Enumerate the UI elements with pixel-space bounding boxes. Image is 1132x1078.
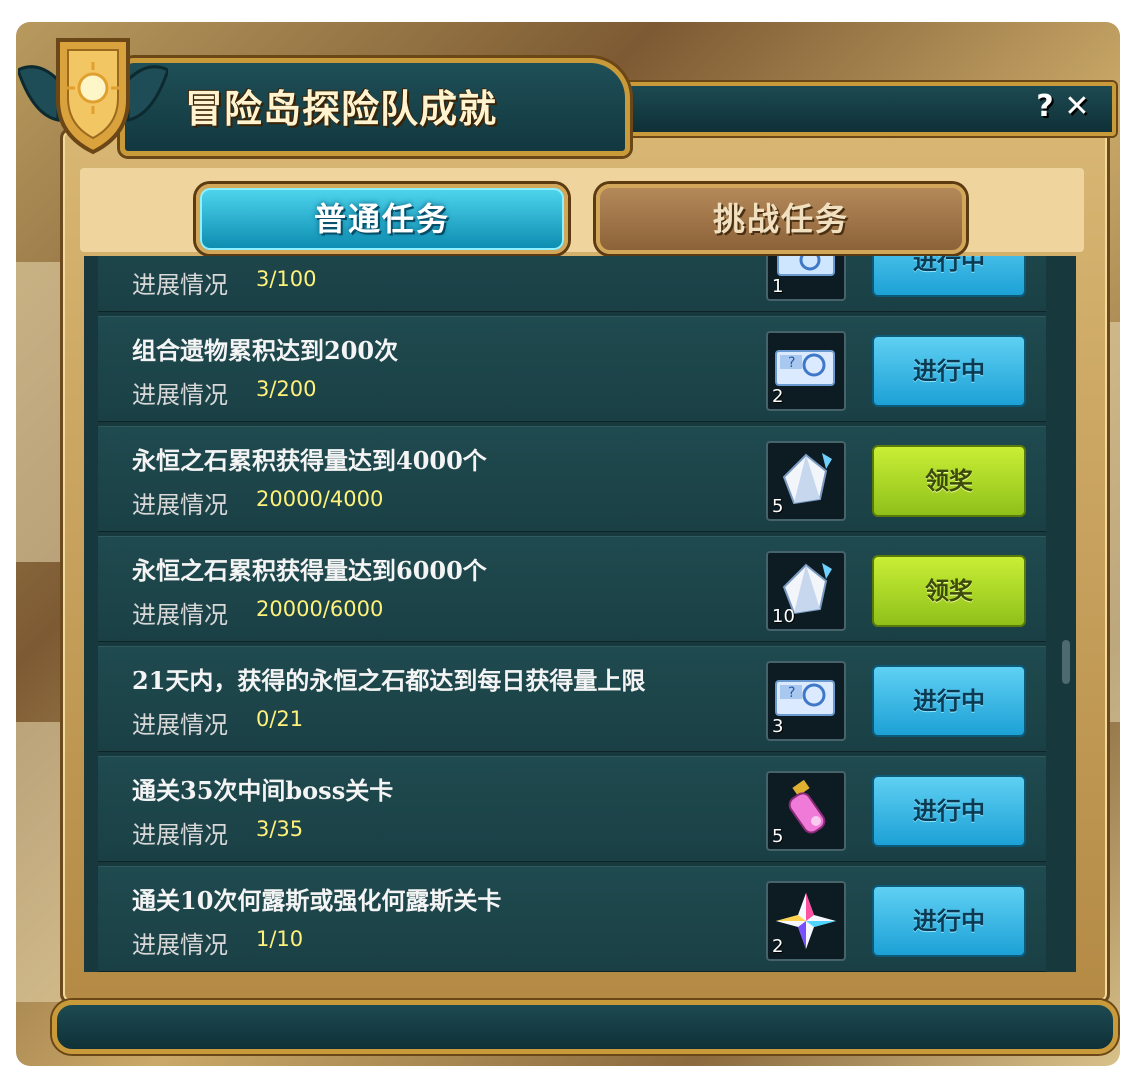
progress-value: 3/200 xyxy=(256,377,317,401)
progress-value: 0/21 xyxy=(256,707,304,731)
window-title: 冒险岛探险队成就 xyxy=(185,87,498,131)
close-button[interactable]: ✕ xyxy=(1060,90,1094,124)
item-count: 2 xyxy=(772,936,784,957)
progress-label: 进展情况 xyxy=(132,601,228,629)
achievement-badge-icon xyxy=(18,38,168,155)
in-progress-button[interactable]: 进行中 xyxy=(872,665,1026,737)
tab-challenge-tasks[interactable]: 挑战任务 xyxy=(596,184,966,254)
task-row: 21天内，获得的永恒之石都达到每日获得量上限 进展情况 0/21 ? 3 进行中 xyxy=(98,646,1046,752)
in-progress-button[interactable]: 进行中 xyxy=(872,335,1026,407)
crystal-stone-icon[interactable]: 10 xyxy=(766,551,846,631)
svg-text:?: ? xyxy=(788,355,795,371)
in-progress-button[interactable]: 进行中 xyxy=(872,775,1026,847)
rainbow-gem-icon[interactable]: 2 xyxy=(766,881,846,961)
progress-value: 3/35 xyxy=(256,817,304,841)
item-count: 3 xyxy=(772,716,784,737)
task-row: 进展情况 3/100 1 进行中 xyxy=(98,256,1046,312)
item-count: 5 xyxy=(772,496,784,517)
ticket-icon[interactable]: ? 3 xyxy=(766,661,846,741)
task-row: 永恒之石累积获得量达到4000个 进展情况 20000/4000 5 领奖 xyxy=(98,426,1046,532)
ticket-icon[interactable]: 1 xyxy=(766,256,846,301)
claim-reward-button[interactable]: 领奖 xyxy=(872,555,1026,627)
claim-reward-button[interactable]: 领奖 xyxy=(872,445,1026,517)
ticket-icon[interactable]: ? 2 xyxy=(766,331,846,411)
bottom-bar xyxy=(52,1000,1118,1054)
progress-label: 进展情况 xyxy=(132,821,228,849)
progress-value: 20000/4000 xyxy=(256,487,384,511)
progress-label: 进展情况 xyxy=(132,491,228,519)
task-title: 21天内，获得的永恒之石都达到每日获得量上限 xyxy=(132,666,646,695)
potion-icon[interactable]: 5 xyxy=(766,771,846,851)
crystal-stone-icon[interactable]: 5 xyxy=(766,441,846,521)
progress-label: 进展情况 xyxy=(132,711,228,739)
item-count: 5 xyxy=(772,826,784,847)
progress-label: 进展情况 xyxy=(132,931,228,959)
in-progress-button[interactable]: 进行中 xyxy=(872,885,1026,957)
progress-label: 进展情况 xyxy=(132,381,228,409)
task-row: 永恒之石累积获得量达到6000个 进展情况 20000/6000 10 领奖 xyxy=(98,536,1046,642)
in-progress-button[interactable]: 进行中 xyxy=(872,256,1026,297)
progress-label: 进展情况 xyxy=(132,271,228,299)
task-title: 通关10次何露斯或强化何露斯关卡 xyxy=(132,886,502,915)
progress-value: 1/10 xyxy=(256,927,304,951)
tab-normal-tasks[interactable]: 普通任务 xyxy=(196,184,568,254)
item-count: 10 xyxy=(772,606,795,627)
scrollbar-thumb[interactable] xyxy=(1062,640,1070,684)
help-button[interactable]: ? xyxy=(1028,90,1062,124)
task-row: 通关35次中间boss关卡 进展情况 3/35 5 进行中 xyxy=(98,756,1046,862)
task-list[interactable]: 进展情况 3/100 1 进行中 组合遗物累积达到200次 进展情况 3/200… xyxy=(84,256,1076,972)
task-row: 组合遗物累积达到200次 进展情况 3/200 ? 2 进行中 xyxy=(98,316,1046,422)
task-title: 永恒之石累积获得量达到6000个 xyxy=(132,556,487,585)
progress-value: 20000/6000 xyxy=(256,597,384,621)
item-count: 1 xyxy=(772,276,784,297)
task-row: 通关10次何露斯或强化何露斯关卡 进展情况 1/10 2 进行中 xyxy=(98,866,1046,972)
task-title: 组合遗物累积达到200次 xyxy=(132,336,399,365)
task-title: 通关35次中间boss关卡 xyxy=(132,776,394,805)
progress-value: 3/100 xyxy=(256,267,317,291)
item-count: 2 xyxy=(772,386,784,407)
task-title: 永恒之石累积获得量达到4000个 xyxy=(132,446,487,475)
svg-text:?: ? xyxy=(788,685,795,701)
